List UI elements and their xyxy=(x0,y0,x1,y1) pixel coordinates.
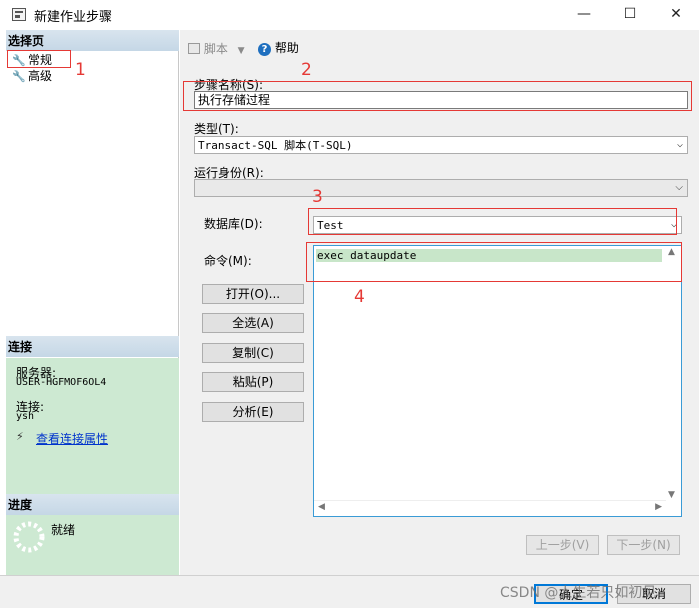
script-button[interactable]: 脚本 ▼ xyxy=(188,40,245,57)
select-page-header: 选择页 xyxy=(6,30,179,51)
plug-icon: ⚡ xyxy=(16,430,24,443)
paste-button[interactable]: 粘贴(P) xyxy=(202,372,304,392)
open-button[interactable]: 打开(O)... xyxy=(202,284,304,304)
maximize-button[interactable]: ☐ xyxy=(607,0,653,30)
page-item-advanced[interactable]: 🔧 高级 xyxy=(12,68,52,84)
type-select[interactable]: Transact-SQL 脚本(T-SQL) ⌵ xyxy=(194,136,688,154)
database-label: 数据库(D): xyxy=(204,217,263,231)
annotation-number-3: 3 xyxy=(312,187,323,207)
server-value: USER-HGFMOF6OL4 xyxy=(16,377,107,388)
run-as-select[interactable]: ⌵ xyxy=(194,179,688,197)
copy-button[interactable]: 复制(C) xyxy=(202,343,304,363)
next-step-button[interactable]: 下一步(N) xyxy=(607,535,680,555)
progress-status: 就绪 xyxy=(51,523,76,537)
progress-spinner-icon xyxy=(13,521,45,553)
command-vertical-scrollbar[interactable]: ▲ ▼ xyxy=(664,246,681,501)
help-icon: ? xyxy=(258,43,271,56)
chevron-down-icon: ▼ xyxy=(237,46,245,56)
connection-panel: 服务器: USER-HGFMOF6OL4 连接: ysh ⚡ 查看连接属性 xyxy=(6,358,179,495)
scroll-down-icon[interactable]: ▼ xyxy=(668,490,675,500)
annotation-box-1 xyxy=(7,50,71,68)
parse-button[interactable]: 分析(E) xyxy=(202,402,304,422)
annotation-number-1: 1 xyxy=(75,60,86,80)
page-item-label: 高级 xyxy=(28,69,53,83)
annotation-box-3 xyxy=(308,208,677,235)
help-button[interactable]: ? 帮助 xyxy=(258,39,299,56)
window-title: 新建作业步骤 xyxy=(34,10,113,25)
window-icon xyxy=(12,8,26,21)
previous-step-button[interactable]: 上一步(V) xyxy=(526,535,599,555)
left-pane: 选择页 🔧 常规 🔧 高级 连接 服务器: USER-HGFMOF6OL4 连接: … xyxy=(6,30,179,575)
annotation-box-4 xyxy=(306,242,682,282)
annotation-number-2: 2 xyxy=(301,60,312,80)
right-pane: 脚本 ▼ ? 帮助 步骤名称(S): 执行存储过程 类型(T): Transac… xyxy=(180,30,699,575)
script-label: 脚本 xyxy=(203,42,228,56)
minimize-button[interactable]: — xyxy=(561,0,607,30)
select-all-button[interactable]: 全选(A) xyxy=(202,313,304,333)
connection-header: 连接 xyxy=(6,336,179,357)
type-label: 类型(T): xyxy=(194,122,239,136)
wrench-icon: 🔧 xyxy=(12,70,26,83)
progress-panel: 就绪 xyxy=(6,515,179,575)
progress-header: 进度 xyxy=(6,494,179,515)
close-button[interactable]: ✕ xyxy=(653,0,699,30)
scroll-left-icon[interactable]: ◀ xyxy=(318,502,325,512)
annotation-box-2 xyxy=(183,81,692,111)
title-bar: 新建作业步骤 — ☐ ✕ xyxy=(0,0,699,30)
scroll-right-icon[interactable]: ▶ xyxy=(655,502,662,512)
command-horizontal-scrollbar[interactable]: ◀ ▶ xyxy=(314,500,666,516)
chevron-down-icon: ⌵ xyxy=(675,182,683,193)
view-connection-properties-link[interactable]: 查看连接属性 xyxy=(36,430,108,447)
type-select-value: Transact-SQL 脚本(T-SQL) xyxy=(198,139,353,152)
connection-value: ysh xyxy=(16,411,35,422)
chevron-down-icon: ⌵ xyxy=(676,139,683,150)
watermark-text: CSDN @人生若只如初见 xyxy=(500,585,657,601)
command-label: 命令(M): xyxy=(204,254,252,268)
annotation-number-4: 4 xyxy=(354,287,365,307)
script-icon xyxy=(188,43,200,54)
command-editor[interactable]: exec dataupdate ▲ ▼ ◀ ▶ xyxy=(313,245,682,517)
help-label: 帮助 xyxy=(274,41,299,55)
